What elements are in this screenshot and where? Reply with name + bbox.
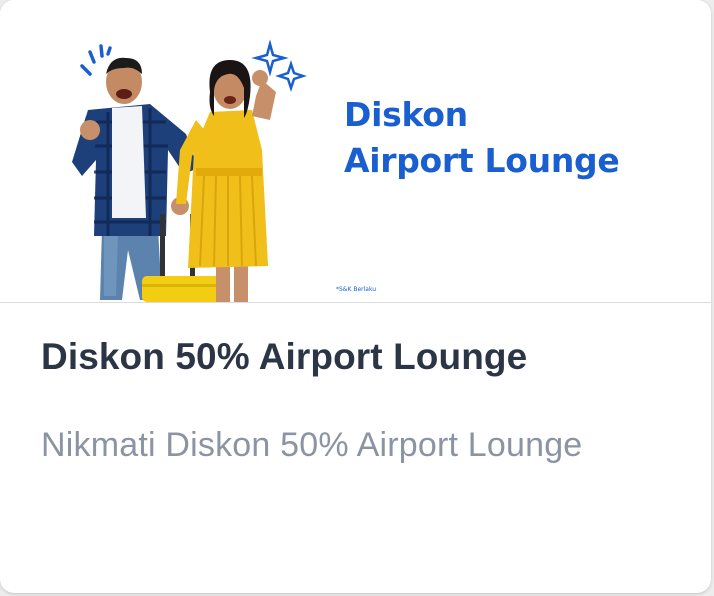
promo-banner[interactable]: Diskon Airport Lounge *S&K Berlaku [0, 0, 711, 303]
promo-subtitle: Nikmati Diskon 50% Airport Lounge [41, 426, 583, 464]
excitement-marks-icon [80, 44, 112, 76]
banner-headline-line2: Airport Lounge [344, 141, 620, 180]
woman-figure [176, 60, 276, 302]
page: Diskon Airport Lounge *S&K Berlaku Disko… [0, 0, 714, 596]
promo-title: Diskon 50% Airport Lounge [41, 336, 528, 377]
banner-headline-line1: Diskon [344, 95, 468, 134]
terms-disclaimer: *S&K Berlaku [336, 286, 377, 293]
promo-card[interactable]: Diskon Airport Lounge *S&K Berlaku Disko… [0, 0, 711, 593]
banner-headline: Diskon Airport Lounge [344, 92, 620, 184]
